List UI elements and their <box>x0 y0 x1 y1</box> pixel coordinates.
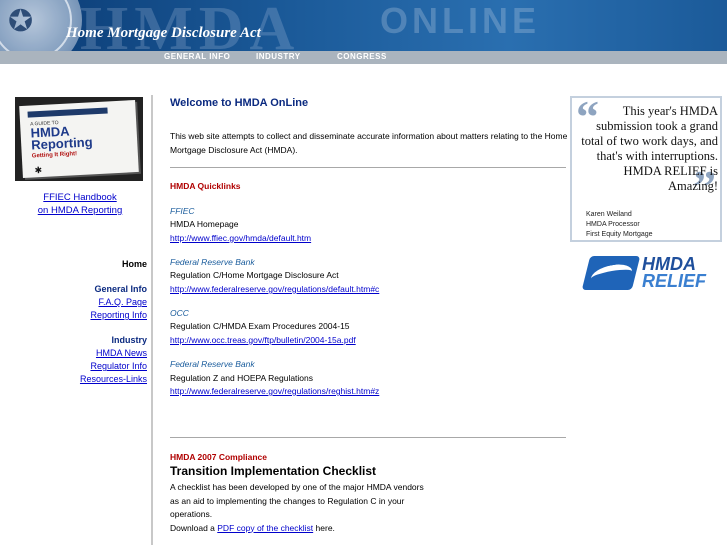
quicklink-desc: HMDA Homepage <box>170 219 239 229</box>
star-icon: ✱ <box>34 164 43 176</box>
testimonial-author: Karen Weiland HMDA Processor First Equit… <box>586 210 653 240</box>
sidebar-divider <box>151 95 153 545</box>
compliance-download-suffix: here. <box>313 522 335 533</box>
quicklink-source: FFIEC <box>170 206 195 216</box>
top-navbar: GENERAL INFO INDUSTRY CONGRESS <box>0 51 727 64</box>
section-divider-1 <box>170 167 566 168</box>
quicklink-url[interactable]: http://www.federalreserve.gov/regulation… <box>170 284 379 294</box>
checklist-pdf-link[interactable]: PDF copy of the checklist <box>217 523 313 533</box>
quicklink-url-wrap: http://www.federalreserve.gov/regulation… <box>170 386 379 396</box>
sidebar-heading-general-info: General Info <box>94 284 147 294</box>
book-title: HMDA Reporting <box>30 123 93 153</box>
sidebar-link-resources: Resources-Links <box>0 374 147 384</box>
sidebar-link-reporting-info-anchor[interactable]: Reporting Info <box>90 310 147 320</box>
relief-logo-line2: RELIEF <box>642 271 707 291</box>
testimonial-quote: This year's HMDA submission took a grand… <box>581 104 718 193</box>
book-header-strip <box>27 107 108 118</box>
sidebar-link-faq-anchor[interactable]: F.A.Q. Page <box>98 297 147 307</box>
quicklink-source: Federal Reserve Bank <box>170 359 255 369</box>
compliance-body-text: A checklist has been developed by one of… <box>170 482 424 519</box>
nav-general-info[interactable]: GENERAL INFO <box>164 52 230 61</box>
sidebar-home[interactable]: Home <box>0 259 147 269</box>
section-divider-2 <box>170 437 566 438</box>
sidebar-heading-industry: Industry <box>111 335 147 345</box>
wave-shape <box>590 261 633 289</box>
relief-wave-icon <box>581 256 641 290</box>
testimonial-box: “ ” This year's HMDA submission took a g… <box>570 91 722 242</box>
site-banner: ✪ HMDA ONLINE Home Mortgage Disclosure A… <box>0 0 727 51</box>
sidebar-link-hmda-news-anchor[interactable]: HMDA News <box>96 348 147 358</box>
quicklink-url[interactable]: http://www.federalreserve.gov/regulation… <box>170 386 379 396</box>
quicklink-desc: Regulation C/HMDA Exam Procedures 2004-1… <box>170 321 350 331</box>
sidebar-link-regulator-info: Regulator Info <box>0 361 147 371</box>
quicklink-url-wrap: http://www.ffiec.gov/hmda/default.htm <box>170 233 311 243</box>
sidebar-link-resources-anchor[interactable]: Resources-Links <box>80 374 147 384</box>
sidebar-link-faq: F.A.Q. Page <box>0 297 147 307</box>
compliance-title: HMDA 2007 Compliance <box>170 452 267 462</box>
testimonial-name: Karen Weiland <box>586 211 632 218</box>
handbook-cover-image[interactable]: A GUIDE TO HMDA Reporting Getting It Rig… <box>15 97 143 181</box>
page-title: Welcome to HMDA OnLine <box>170 97 309 109</box>
compliance-heading: Transition Implementation Checklist <box>170 464 377 478</box>
quicklink-url-wrap: http://www.occ.treas.gov/ftp/bulletin/20… <box>170 335 356 345</box>
compliance-body: A checklist has been developed by one of… <box>170 481 430 535</box>
nav-congress[interactable]: CONGRESS <box>337 52 387 61</box>
quicklink-url-wrap: http://www.federalreserve.gov/regulation… <box>170 284 379 294</box>
banner-watermark-online: ONLINE <box>380 0 541 41</box>
book-subtitle: Getting It Right! <box>31 151 78 160</box>
handbook-link-line1[interactable]: FFIEC Handbook <box>43 192 116 203</box>
book-title-line2: Reporting <box>30 134 93 153</box>
banner-title: Home Mortgage Disclosure Act <box>66 25 261 41</box>
quicklink-desc: Regulation C/Home Mortgage Disclosure Ac… <box>170 270 339 280</box>
sidebar-link-regulator-info-anchor[interactable]: Regulator Info <box>90 361 147 371</box>
sidebar-link-hmda-news: HMDA News <box>0 348 147 358</box>
quicklinks-title: HMDA Quicklinks <box>170 181 241 191</box>
nav-industry[interactable]: INDUSTRY <box>256 52 301 61</box>
testimonial-company: First Equity Mortgage <box>586 231 653 238</box>
sidebar-link-reporting-info: Reporting Info <box>0 310 147 320</box>
book-cover: A GUIDE TO HMDA Reporting Getting It Rig… <box>19 100 139 178</box>
quicklink-url[interactable]: http://www.ffiec.gov/hmda/default.htm <box>170 233 311 243</box>
handbook-link-line2[interactable]: on HMDA Reporting <box>38 205 122 216</box>
testimonial-role: HMDA Processor <box>586 221 640 228</box>
intro-text: This web site attempts to collect and di… <box>170 131 568 155</box>
handbook-link-block: FFIEC Handbook on HMDA Reporting <box>10 191 150 217</box>
quicklink-source: Federal Reserve Bank <box>170 257 255 267</box>
quicklink-desc: Regulation Z and HOEPA Regulations <box>170 373 314 383</box>
compliance-download-prefix: Download a <box>170 522 218 533</box>
hmda-relief-logo[interactable]: HMDA RELIEF <box>581 254 710 292</box>
quicklink-url[interactable]: http://www.occ.treas.gov/ftp/bulletin/20… <box>170 335 356 345</box>
quicklink-source: OCC <box>170 308 189 318</box>
eagle-icon: ✪ <box>8 5 34 38</box>
